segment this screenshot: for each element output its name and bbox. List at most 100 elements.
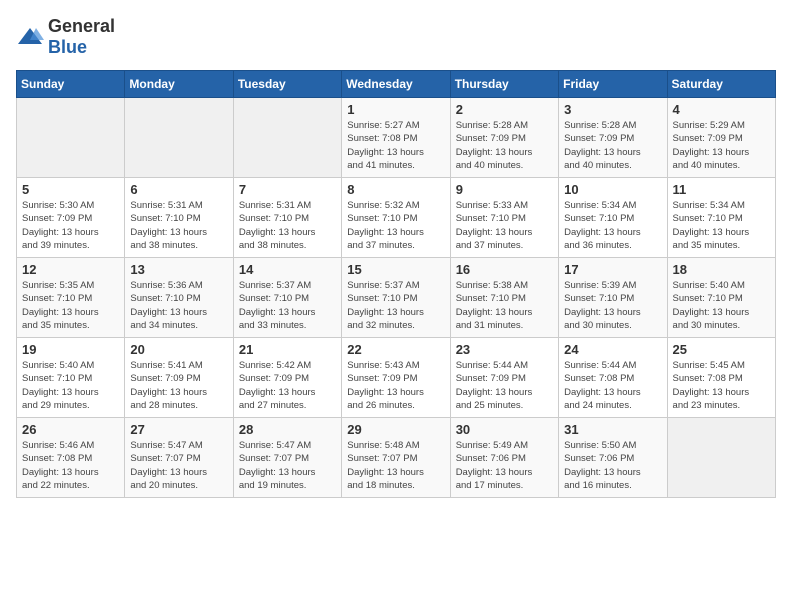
day-number: 29 <box>347 422 444 437</box>
day-info: Sunrise: 5:50 AM Sunset: 7:06 PM Dayligh… <box>564 439 661 492</box>
day-number: 23 <box>456 342 553 357</box>
day-number: 19 <box>22 342 119 357</box>
day-cell: 13 Sunrise: 5:36 AM Sunset: 7:10 PM Dayli… <box>125 258 233 338</box>
day-number: 16 <box>456 262 553 277</box>
day-number: 17 <box>564 262 661 277</box>
day-cell <box>667 418 775 498</box>
day-info: Sunrise: 5:30 AM Sunset: 7:09 PM Dayligh… <box>22 199 119 252</box>
day-cell: 1 Sunrise: 5:27 AM Sunset: 7:08 PM Daylig… <box>342 98 450 178</box>
day-number: 14 <box>239 262 336 277</box>
day-number: 2 <box>456 102 553 117</box>
day-cell: 24Sunrise: 5:44 AM Sunset: 7:08 PM Dayli… <box>559 338 667 418</box>
day-number: 9 <box>456 182 553 197</box>
week-row-5: 26Sunrise: 5:46 AM Sunset: 7:08 PM Dayli… <box>17 418 776 498</box>
day-number: 24 <box>564 342 661 357</box>
day-number: 11 <box>673 182 770 197</box>
day-info: Sunrise: 5:37 AM Sunset: 7:10 PM Dayligh… <box>347 279 444 332</box>
day-info: Sunrise: 5:47 AM Sunset: 7:07 PM Dayligh… <box>239 439 336 492</box>
day-info: Sunrise: 5:31 AM Sunset: 7:10 PM Dayligh… <box>239 199 336 252</box>
day-number: 7 <box>239 182 336 197</box>
day-info: Sunrise: 5:28 AM Sunset: 7:09 PM Dayligh… <box>456 119 553 172</box>
day-cell: 16 Sunrise: 5:38 AM Sunset: 7:10 PM Dayli… <box>450 258 558 338</box>
day-info: Sunrise: 5:37 AM Sunset: 7:10 PM Dayligh… <box>239 279 336 332</box>
day-info: Sunrise: 5:35 AM Sunset: 7:10 PM Dayligh… <box>22 279 119 332</box>
week-row-4: 19 Sunrise: 5:40 AM Sunset: 7:10 PM Dayli… <box>17 338 776 418</box>
day-cell: 29 Sunrise: 5:48 AM Sunset: 7:07 PM Dayli… <box>342 418 450 498</box>
day-cell: 30 Sunrise: 5:49 AM Sunset: 7:06 PM Dayli… <box>450 418 558 498</box>
day-info: Sunrise: 5:42 AM Sunset: 7:09 PM Dayligh… <box>239 359 336 412</box>
day-cell <box>233 98 341 178</box>
day-number: 8 <box>347 182 444 197</box>
day-info: Sunrise: 5:43 AM Sunset: 7:09 PM Dayligh… <box>347 359 444 412</box>
day-cell: 2 Sunrise: 5:28 AM Sunset: 7:09 PM Daylig… <box>450 98 558 178</box>
logo: General Blue <box>16 16 115 58</box>
day-info: Sunrise: 5:49 AM Sunset: 7:06 PM Dayligh… <box>456 439 553 492</box>
calendar-body: 1 Sunrise: 5:27 AM Sunset: 7:08 PM Daylig… <box>17 98 776 498</box>
day-number: 22 <box>347 342 444 357</box>
day-cell: 11 Sunrise: 5:34 AM Sunset: 7:10 PM Dayli… <box>667 178 775 258</box>
day-info: Sunrise: 5:45 AM Sunset: 7:08 PM Dayligh… <box>673 359 770 412</box>
logo-blue: Blue <box>48 37 87 57</box>
weekday-header-friday: Friday <box>559 71 667 98</box>
logo-icon <box>16 26 44 48</box>
day-cell: 12Sunrise: 5:35 AM Sunset: 7:10 PM Dayli… <box>17 258 125 338</box>
day-number: 31 <box>564 422 661 437</box>
day-cell: 19 Sunrise: 5:40 AM Sunset: 7:10 PM Dayli… <box>17 338 125 418</box>
day-number: 13 <box>130 262 227 277</box>
day-number: 21 <box>239 342 336 357</box>
day-info: Sunrise: 5:41 AM Sunset: 7:09 PM Dayligh… <box>130 359 227 412</box>
day-number: 27 <box>130 422 227 437</box>
day-cell: 18 Sunrise: 5:40 AM Sunset: 7:10 PM Dayli… <box>667 258 775 338</box>
calendar-table: SundayMondayTuesdayWednesdayThursdayFrid… <box>16 70 776 498</box>
day-number: 30 <box>456 422 553 437</box>
day-info: Sunrise: 5:36 AM Sunset: 7:10 PM Dayligh… <box>130 279 227 332</box>
day-number: 1 <box>347 102 444 117</box>
weekday-header-sunday: Sunday <box>17 71 125 98</box>
day-cell: 4Sunrise: 5:29 AM Sunset: 7:09 PM Daylig… <box>667 98 775 178</box>
day-cell: 17 Sunrise: 5:39 AM Sunset: 7:10 PM Dayli… <box>559 258 667 338</box>
day-info: Sunrise: 5:47 AM Sunset: 7:07 PM Dayligh… <box>130 439 227 492</box>
day-cell: 25 Sunrise: 5:45 AM Sunset: 7:08 PM Dayli… <box>667 338 775 418</box>
day-number: 28 <box>239 422 336 437</box>
day-cell: 21 Sunrise: 5:42 AM Sunset: 7:09 PM Dayli… <box>233 338 341 418</box>
weekday-header-thursday: Thursday <box>450 71 558 98</box>
week-row-2: 5 Sunrise: 5:30 AM Sunset: 7:09 PM Daylig… <box>17 178 776 258</box>
day-cell: 10 Sunrise: 5:34 AM Sunset: 7:10 PM Dayli… <box>559 178 667 258</box>
day-cell <box>17 98 125 178</box>
day-cell: 22 Sunrise: 5:43 AM Sunset: 7:09 PM Dayli… <box>342 338 450 418</box>
day-cell: 5 Sunrise: 5:30 AM Sunset: 7:09 PM Daylig… <box>17 178 125 258</box>
day-info: Sunrise: 5:40 AM Sunset: 7:10 PM Dayligh… <box>22 359 119 412</box>
day-info: Sunrise: 5:39 AM Sunset: 7:10 PM Dayligh… <box>564 279 661 332</box>
day-info: Sunrise: 5:48 AM Sunset: 7:07 PM Dayligh… <box>347 439 444 492</box>
day-number: 25 <box>673 342 770 357</box>
day-cell: 15Sunrise: 5:37 AM Sunset: 7:10 PM Dayli… <box>342 258 450 338</box>
day-cell: 20 Sunrise: 5:41 AM Sunset: 7:09 PM Dayli… <box>125 338 233 418</box>
header: General Blue <box>16 16 776 58</box>
week-row-1: 1 Sunrise: 5:27 AM Sunset: 7:08 PM Daylig… <box>17 98 776 178</box>
day-number: 18 <box>673 262 770 277</box>
calendar-header: SundayMondayTuesdayWednesdayThursdayFrid… <box>17 71 776 98</box>
day-number: 10 <box>564 182 661 197</box>
day-number: 20 <box>130 342 227 357</box>
day-info: Sunrise: 5:34 AM Sunset: 7:10 PM Dayligh… <box>673 199 770 252</box>
day-cell: 14 Sunrise: 5:37 AM Sunset: 7:10 PM Dayli… <box>233 258 341 338</box>
day-info: Sunrise: 5:33 AM Sunset: 7:10 PM Dayligh… <box>456 199 553 252</box>
day-info: Sunrise: 5:38 AM Sunset: 7:10 PM Dayligh… <box>456 279 553 332</box>
day-number: 3 <box>564 102 661 117</box>
logo-general: General <box>48 16 115 36</box>
day-cell: 7 Sunrise: 5:31 AM Sunset: 7:10 PM Daylig… <box>233 178 341 258</box>
day-cell: 23 Sunrise: 5:44 AM Sunset: 7:09 PM Dayli… <box>450 338 558 418</box>
day-info: Sunrise: 5:34 AM Sunset: 7:10 PM Dayligh… <box>564 199 661 252</box>
day-cell: 3Sunrise: 5:28 AM Sunset: 7:09 PM Daylig… <box>559 98 667 178</box>
day-number: 5 <box>22 182 119 197</box>
weekday-header-saturday: Saturday <box>667 71 775 98</box>
day-info: Sunrise: 5:27 AM Sunset: 7:08 PM Dayligh… <box>347 119 444 172</box>
weekday-row: SundayMondayTuesdayWednesdayThursdayFrid… <box>17 71 776 98</box>
day-cell <box>125 98 233 178</box>
weekday-header-wednesday: Wednesday <box>342 71 450 98</box>
day-info: Sunrise: 5:46 AM Sunset: 7:08 PM Dayligh… <box>22 439 119 492</box>
weekday-header-tuesday: Tuesday <box>233 71 341 98</box>
day-info: Sunrise: 5:31 AM Sunset: 7:10 PM Dayligh… <box>130 199 227 252</box>
day-info: Sunrise: 5:44 AM Sunset: 7:09 PM Dayligh… <box>456 359 553 412</box>
day-info: Sunrise: 5:40 AM Sunset: 7:10 PM Dayligh… <box>673 279 770 332</box>
